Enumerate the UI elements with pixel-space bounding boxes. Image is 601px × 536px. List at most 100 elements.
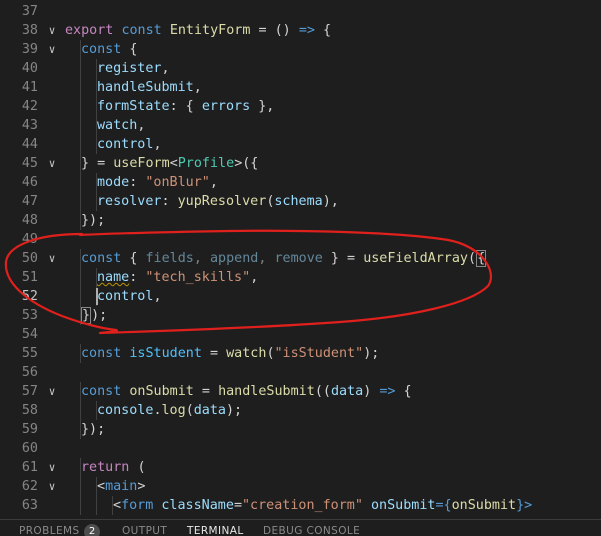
tab-debug-console[interactable]: DEBUG CONSOLE: [263, 525, 360, 536]
code-text: <form className="creation_form" onSubmit…: [113, 496, 532, 515]
panel-tab-bar: PROBLEMS 2 OUTPUT TERMINAL DEBUG CONSOLE: [0, 519, 601, 536]
code-token: );: [226, 403, 243, 418]
line-number: 42: [21, 99, 38, 114]
code-token: <: [113, 498, 122, 513]
code-line[interactable]: 50 ∨ const { fields, append, remove } = us…: [0, 249, 601, 268]
code-token: formState: [97, 99, 170, 114]
code-line[interactable]: 45 ∨} = useForm<Profile>({: [0, 154, 601, 173]
code-line[interactable]: 51 name: "tech_skills",: [0, 268, 601, 287]
chevron-down-icon[interactable]: ∨: [46, 154, 58, 173]
code-text: register,: [97, 59, 170, 78]
code-token: } =: [81, 156, 114, 171]
code-token: console: [97, 403, 154, 418]
code-token: >({: [234, 156, 259, 171]
code-line[interactable]: 52 control,: [0, 287, 601, 306]
code-line[interactable]: 63 <form className="creation_form" onSubm…: [0, 496, 601, 515]
code-token: }>: [516, 498, 533, 513]
indent-guide: [80, 192, 81, 211]
code-line[interactable]: 48});: [0, 211, 601, 230]
code-token: );: [91, 308, 108, 323]
code-line[interactable]: 46 mode: "onBlur",: [0, 173, 601, 192]
code-line[interactable]: 37: [0, 2, 601, 21]
chevron-down-icon[interactable]: ∨: [46, 477, 58, 496]
code-text: name: "tech_skills",: [97, 268, 258, 287]
chevron-down-icon[interactable]: ∨: [46, 40, 58, 59]
code-text: const isStudent = watch("isStudent");: [81, 344, 379, 363]
code-token: : {: [169, 99, 202, 114]
code-line[interactable]: 60: [0, 439, 601, 458]
code-line[interactable]: 62 ∨ <main>: [0, 477, 601, 496]
code-text: control,: [97, 135, 162, 154]
code-editor[interactable]: 37 38 ∨ export const EntityForm = () => {39…: [0, 0, 601, 519]
code-text: resolver: yupResolver(schema),: [97, 192, 339, 211]
code-token: onSubmit: [451, 498, 517, 513]
code-line[interactable]: 40 register,: [0, 59, 601, 78]
code-token: ),: [322, 194, 339, 209]
code-token: data: [330, 384, 364, 399]
warning-squiggle: name: [97, 270, 130, 285]
line-number: 50: [21, 251, 38, 266]
code-token: =: [193, 384, 219, 399]
line-number: 59: [21, 422, 38, 437]
code-token: ): [363, 384, 380, 399]
code-text: mode: "onBlur",: [97, 173, 218, 192]
code-text: formState: { errors },: [97, 97, 274, 116]
code-line[interactable]: 54: [0, 325, 601, 344]
code-token: =>: [379, 384, 396, 399]
code-token: Profile: [177, 156, 235, 171]
chevron-down-icon[interactable]: ∨: [46, 21, 58, 40]
line-number: 43: [21, 118, 38, 133]
code-token: handleSubmit: [218, 384, 315, 399]
chevron-down-icon[interactable]: ∨: [46, 458, 58, 477]
code-line[interactable]: 41 handleSubmit,: [0, 78, 601, 97]
code-token: ,: [258, 251, 275, 266]
code-token: =>: [298, 23, 315, 38]
code-line[interactable]: 55 const isStudent = watch("isStudent");: [0, 344, 601, 363]
code-token: ,: [161, 61, 170, 76]
code-line[interactable]: 58 console.log(data);: [0, 401, 601, 420]
chevron-down-icon[interactable]: ∨: [46, 249, 58, 268]
code-token: ={: [435, 498, 452, 513]
code-token: {: [395, 384, 412, 399]
code-token: watch: [226, 346, 267, 361]
code-token: .: [153, 403, 162, 418]
indent-guide: [80, 78, 81, 97]
code-line[interactable]: 56: [0, 363, 601, 382]
code-line[interactable]: 44 control,: [0, 135, 601, 154]
code-token: export: [65, 23, 122, 38]
code-token: isStudent: [129, 346, 202, 361]
code-line[interactable]: 42 formState: { errors },: [0, 97, 601, 116]
code-token: const: [81, 384, 130, 399]
code-line[interactable]: 61 ∨ return (: [0, 458, 601, 477]
code-token: remove: [274, 251, 323, 266]
line-number: 47: [21, 194, 38, 209]
code-text: handleSubmit,: [97, 78, 202, 97]
tab-output[interactable]: OUTPUT: [122, 525, 167, 536]
code-line[interactable]: 43 watch,: [0, 116, 601, 135]
code-token: :: [161, 194, 178, 209]
code-token: (: [185, 403, 194, 418]
matched-bracket: }: [81, 307, 92, 324]
line-number: 53: [21, 308, 38, 323]
code-line[interactable]: 59});: [0, 420, 601, 439]
code-line[interactable]: 57 ∨ const onSubmit = handleSubmit((data) …: [0, 382, 601, 401]
code-text: watch,: [97, 116, 145, 135]
code-token: ((: [314, 384, 331, 399]
indent-guide: [80, 477, 81, 496]
code-line[interactable]: 49: [0, 230, 601, 249]
code-line[interactable]: 39 ∨ const {: [0, 40, 601, 59]
code-line[interactable]: 38 ∨ export const EntityForm = () => {: [0, 21, 601, 40]
code-text: <main>: [97, 477, 145, 496]
code-line[interactable]: 53});: [0, 306, 601, 325]
code-line[interactable]: 47 resolver: yupResolver(schema),: [0, 192, 601, 211]
code-token: main: [105, 479, 138, 494]
tab-terminal[interactable]: TERMINAL: [187, 525, 244, 536]
line-number: 63: [21, 498, 38, 513]
tab-problems[interactable]: PROBLEMS: [19, 525, 80, 536]
code-token: form: [121, 498, 154, 513]
chevron-down-icon[interactable]: ∨: [46, 382, 58, 401]
code-token: const: [81, 346, 130, 361]
code-token: :: [129, 270, 146, 285]
line-number: 52: [21, 289, 38, 304]
code-token: });: [81, 422, 106, 437]
